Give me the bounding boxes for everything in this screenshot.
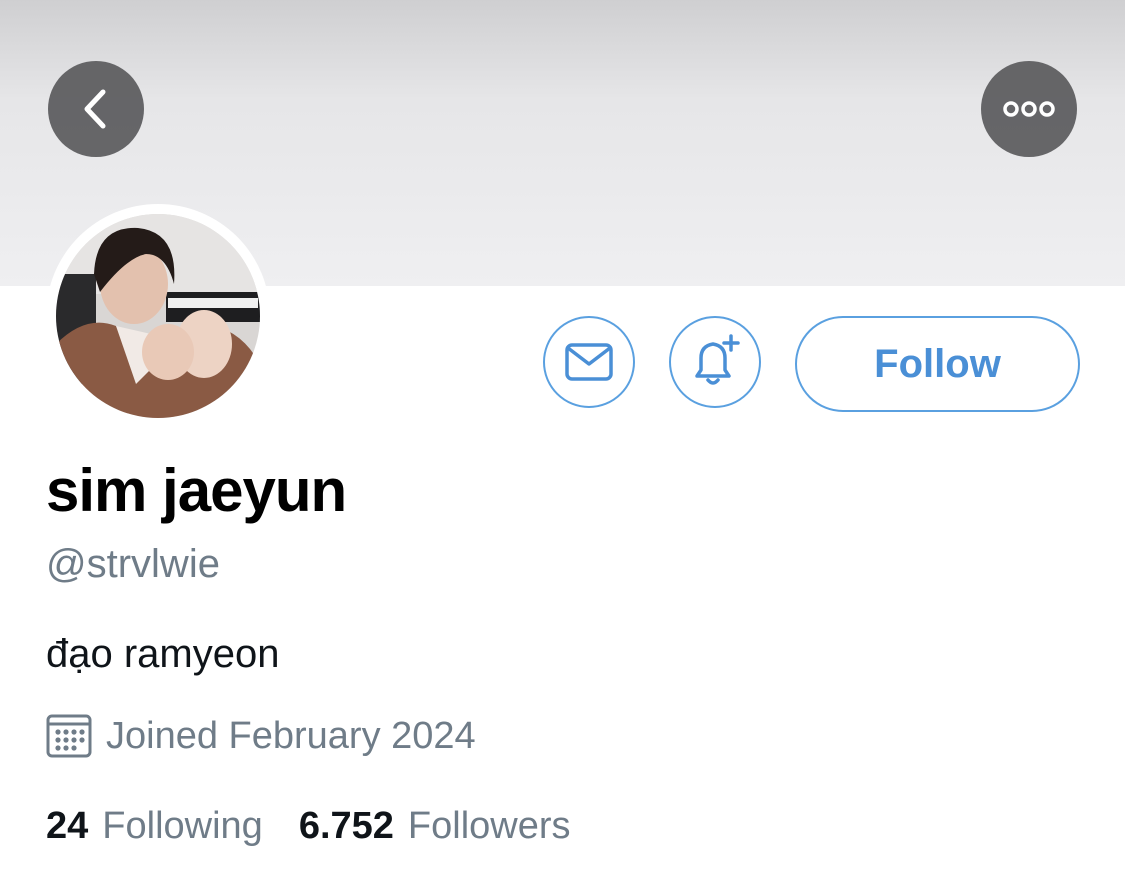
envelope-icon [565,343,613,381]
display-name: sim jaeyun [46,457,347,524]
followers-label: Followers [407,804,571,847]
user-handle: @strvlwie [46,542,220,586]
bell-plus-icon [695,334,740,385]
joined-date-text: Joined February 2024 [106,714,476,757]
joined-date-row: Joined February 2024 [46,712,476,760]
follow-stats: 24 Following 6.752 Followers [46,802,571,850]
message-button[interactable] [543,316,635,408]
following-stat[interactable]: 24 Following [46,805,263,848]
profile-bio: đạo ramyeon [46,632,280,676]
back-button[interactable] [48,61,144,157]
more-options-button[interactable] [981,61,1077,157]
chevron-left-icon [84,89,106,129]
followers-count: 6.752 [298,804,394,847]
follow-button[interactable]: Follow [795,316,1080,412]
following-count: 24 [46,804,89,847]
notifications-button[interactable] [669,316,761,408]
avatar[interactable] [46,204,270,428]
followers-stat[interactable]: 6.752 Followers [299,805,571,848]
calendar-icon [46,714,92,758]
ellipsis-icon [1003,101,1055,117]
following-label: Following [102,804,263,847]
avatar-photo [56,214,260,418]
